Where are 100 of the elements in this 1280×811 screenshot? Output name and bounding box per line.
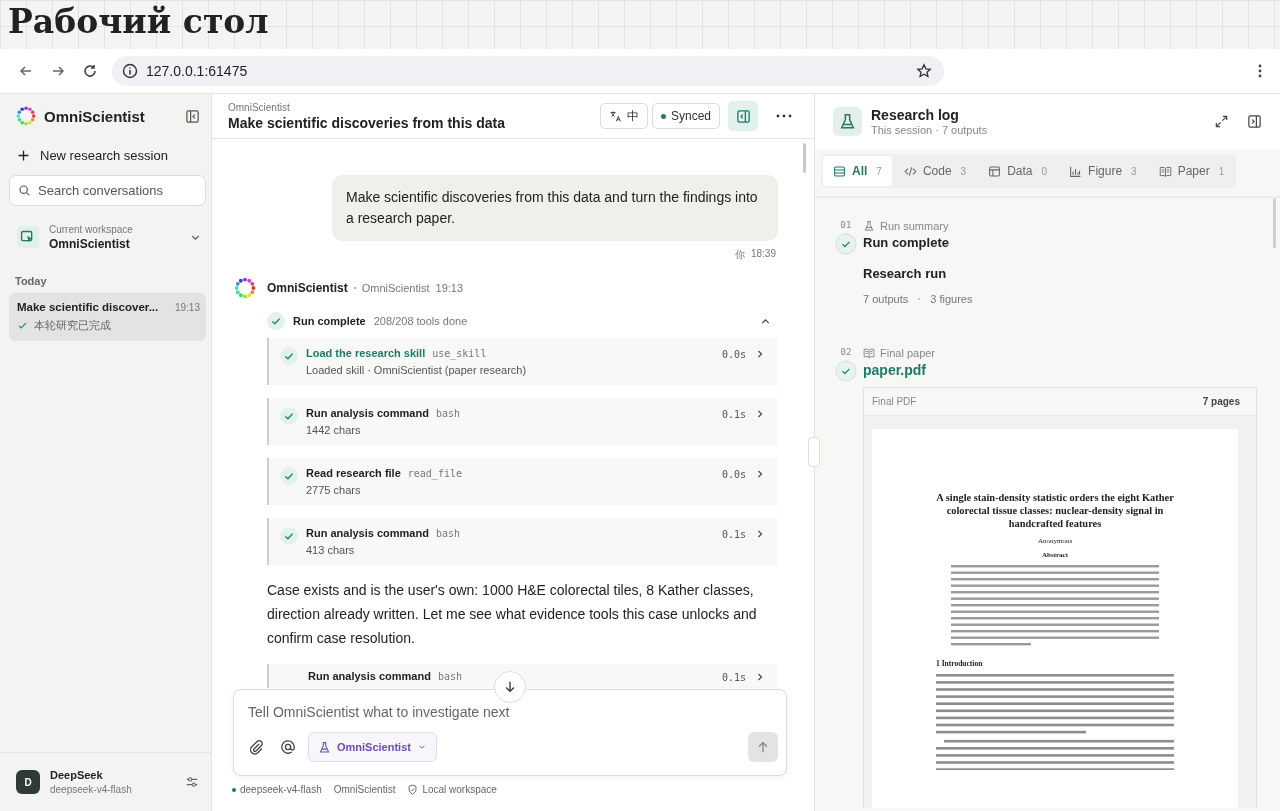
assistant-logo-icon (233, 276, 257, 300)
collapse-panel-icon[interactable] (1247, 114, 1262, 129)
arrow-down-icon (503, 680, 517, 694)
panel-subtitle: This session · 7 outputs (871, 124, 988, 136)
tool-detail: 2775 chars (306, 484, 362, 496)
panel-icon (735, 108, 751, 124)
tool-command: read_file (407, 468, 462, 479)
toggle-panel-button[interactable] (728, 101, 758, 131)
entry-number: 01 (840, 220, 852, 230)
tool-duration: 0.1s (721, 529, 746, 540)
message-time: 18:39 (750, 248, 776, 261)
filter-tab[interactable]: Data 0 (978, 156, 1058, 186)
chat-title: Make scientific discoveries from this data (228, 114, 506, 131)
entry-number: 02 (840, 347, 852, 357)
collapse-sidebar-icon[interactable] (185, 108, 200, 124)
entry-title: Run complete (863, 235, 949, 250)
panel-title: Research log (871, 107, 960, 123)
tool-command: bash (437, 671, 462, 682)
check-icon (267, 312, 285, 330)
tool-detail: Loaded skill · OmniScientist (paper research) (306, 364, 528, 376)
entry-stat: 3 figures (930, 293, 973, 305)
check-icon (280, 527, 298, 545)
paperclip-icon[interactable] (248, 739, 264, 755)
tool-detail: 413 chars (306, 544, 356, 556)
all-tab-icon (833, 164, 846, 178)
resize-handle[interactable] (808, 437, 820, 467)
conversation-status: 本轮研究已完成 (34, 318, 111, 333)
book-icon (863, 347, 875, 359)
plus-icon (17, 149, 30, 162)
new-session-button[interactable]: New research session (9, 142, 206, 169)
user-message: Make scientific discoveries from this data and turn the findings into a research paper. (332, 175, 778, 241)
filter-tab[interactable]: All 7 (823, 156, 892, 186)
breadcrumb: OmniScientist (228, 101, 291, 113)
entry-title[interactable]: paper.pdf (863, 362, 926, 378)
address-bar[interactable]: 127.0.0.1:61475 (112, 56, 944, 86)
more-icon[interactable] (776, 114, 792, 118)
tool-call-card[interactable]: Read research file read_file 2775 chars 0.0s (267, 458, 778, 505)
run-summary: 208/208 tools done (373, 315, 469, 327)
tool-title: Run analysis command (308, 670, 431, 682)
brand-name: OmniScientist (44, 107, 146, 125)
tool-detail: 1442 chars (306, 424, 362, 436)
info-icon[interactable] (122, 63, 138, 79)
tool-command: use_skill (432, 348, 487, 359)
tool-call-card[interactable]: Run analysis command bash 413 chars 0.1s (267, 518, 778, 565)
check-icon (835, 233, 857, 255)
run-status: Run complete (293, 315, 366, 327)
workspace-status: Local workspace (422, 784, 497, 795)
tool-duration: 0.1s (721, 672, 746, 683)
settings-icon[interactable] (185, 775, 199, 789)
data-tab-icon (988, 164, 1002, 178)
figure-tab-icon (1069, 164, 1083, 178)
reload-icon[interactable] (82, 63, 98, 79)
status-dot (232, 787, 236, 792)
language-button[interactable]: 中 (599, 103, 648, 129)
paper-title: A single stain-density statistic orders the eight Kather colorectal tissue classes: nuclear-density signal in handcrafted features (935, 491, 1175, 530)
user-avatar: D (16, 770, 40, 794)
check-icon (280, 407, 298, 425)
code-tab-icon (903, 164, 917, 178)
tool-call-card[interactable]: Load the research skill use_skill Loaded skill · OmniScientist (paper research) 0.0s (267, 338, 778, 385)
filter-tab[interactable]: Figure 3 (1059, 156, 1147, 186)
workspace-selector[interactable]: Current workspace OmniScientist (9, 217, 206, 257)
user-name: DeepSeek (50, 769, 104, 781)
bookmark-star-icon[interactable] (916, 63, 932, 79)
filter-tab[interactable]: Code 3 (893, 156, 977, 186)
mention-icon[interactable] (280, 739, 296, 755)
entry-category: Final paper (880, 347, 936, 359)
search-icon (18, 184, 31, 197)
flask-icon (833, 107, 862, 136)
tool-duration: 0.0s (721, 349, 746, 360)
expand-icon[interactable] (1214, 114, 1229, 129)
model-status: deepseek-v4-flash (240, 784, 322, 795)
conversation-title: Make scientific discover... (17, 301, 159, 313)
tool-title: Run analysis command (306, 527, 429, 539)
tool-duration: 0.1s (721, 409, 746, 420)
preview-label: Final PDF (872, 396, 917, 407)
sync-status-button[interactable]: Synced (651, 103, 720, 129)
browser-menu-icon[interactable] (1258, 63, 1262, 79)
tool-call-card[interactable]: Run analysis command bash 1442 chars 0.1s (267, 398, 778, 445)
paper-tab-icon (1158, 164, 1172, 178)
conversation-item[interactable]: Make scientific discover... 19:13 本轮研究已完成 (9, 293, 206, 341)
assistant-name: OmniScientist (267, 281, 348, 295)
scrollbar[interactable] (803, 143, 806, 173)
agent-selector[interactable]: OmniScientist (308, 732, 437, 762)
tool-title: Read research file (306, 467, 401, 479)
scrollbar[interactable] (1273, 198, 1276, 248)
tool-call-card[interactable]: Run analysis command bash 0.1s (267, 664, 778, 688)
user-model: deepseek-v4-flash (50, 784, 133, 795)
page-count: 7 pages (1202, 396, 1240, 407)
tool-duration: 0.0s (721, 469, 746, 480)
filter-tab[interactable]: Paper 1 (1148, 156, 1235, 186)
tool-command: bash (435, 528, 460, 539)
tool-command: bash (435, 408, 460, 419)
tool-title: Run analysis command (306, 407, 429, 419)
logo-icon (15, 105, 37, 127)
desktop-label: Рабочий стол (7, 1, 269, 43)
check-icon (17, 320, 28, 331)
search-field[interactable]: Search conversations (9, 175, 206, 206)
agent-label: OmniScientist (333, 784, 396, 795)
flask-icon (863, 220, 875, 232)
agent-name: OmniScientist (361, 282, 430, 294)
